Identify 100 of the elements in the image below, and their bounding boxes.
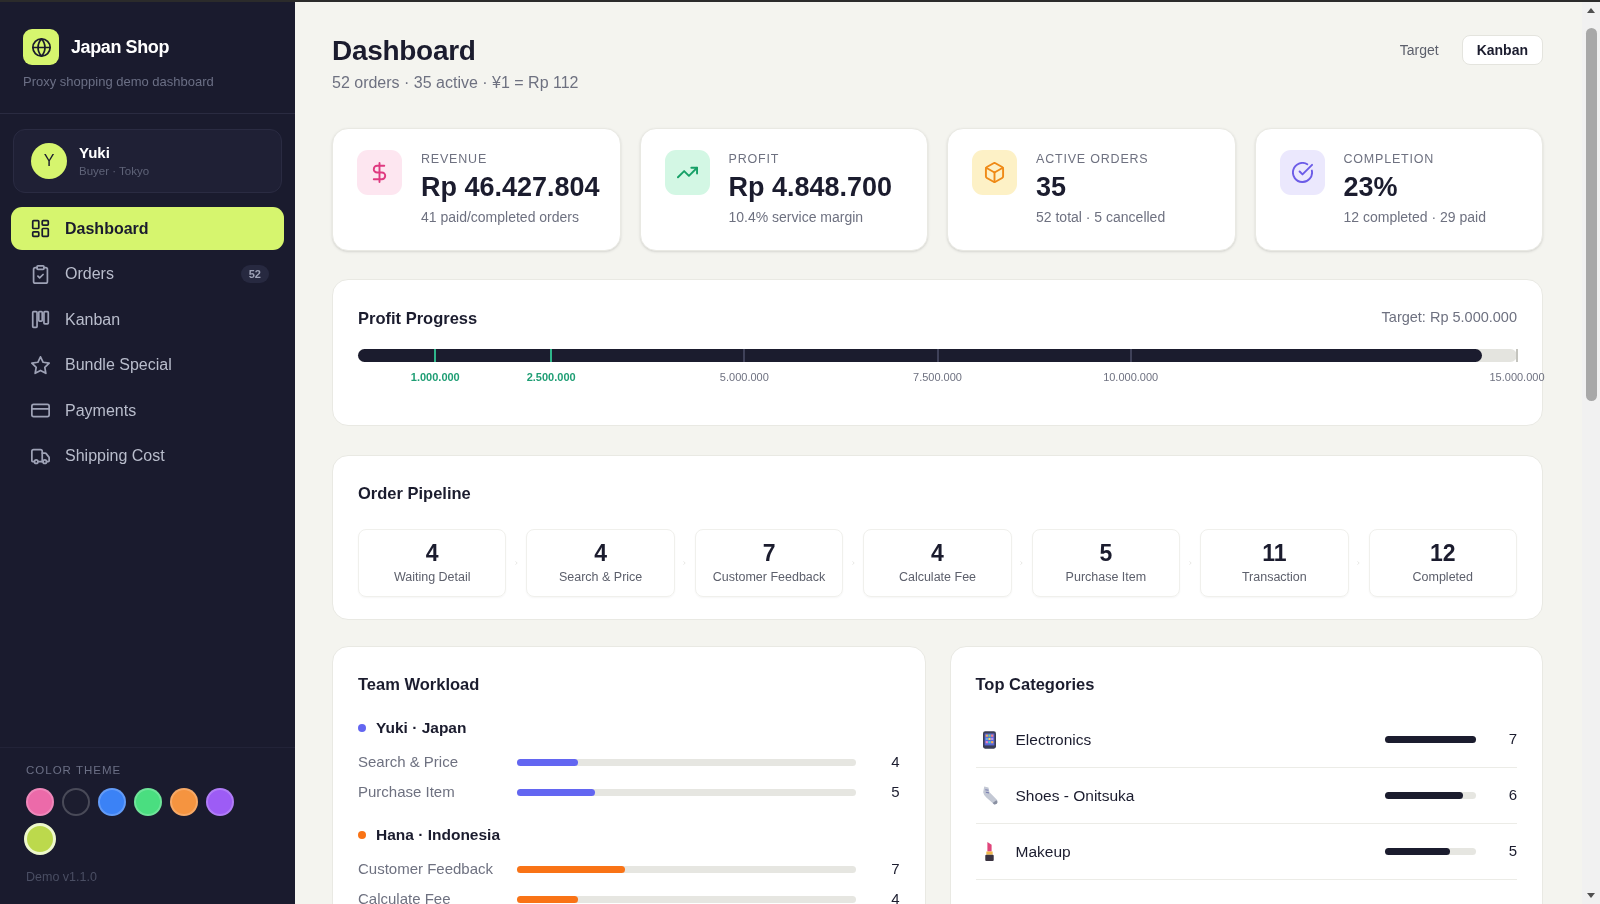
stat-note: 10.4% service margin: [728, 208, 864, 226]
triangle-up-icon: [1587, 8, 1595, 13]
nav-item[interactable]: Payments: [11, 389, 284, 432]
lipstick-icon: [984, 842, 995, 861]
credit-card-icon: [31, 401, 50, 420]
stage-label: Transaction: [1241, 570, 1307, 585]
pipeline-stage[interactable]: 4 Waiting Detail: [358, 529, 507, 597]
outline-button[interactable]: Kanban: [1461, 35, 1543, 65]
nav-item[interactable]: Orders 52: [11, 252, 284, 296]
task-label: Calculate Fee: [358, 888, 452, 904]
triangle-down-icon: [1587, 893, 1595, 898]
stat-note: 41 paid/completed orders: [421, 208, 579, 226]
box-icon: [972, 150, 1017, 195]
stage-label: Completed: [1412, 570, 1473, 585]
category-label: Shoes - Onitsuka: [1015, 785, 1135, 806]
stage-label: Calculate Fee: [898, 570, 977, 585]
brand-subtitle: Proxy shopping demo dashboard: [23, 73, 214, 90]
stage-count: 4: [594, 540, 608, 566]
columns-icon: [31, 310, 50, 329]
brand-title: Japan Shop: [71, 35, 169, 59]
nav-label: Bundle Special: [65, 355, 172, 375]
nav-item[interactable]: Kanban: [11, 298, 284, 341]
nav-item[interactable]: Bundle Special: [11, 343, 284, 387]
dollar-icon: [357, 150, 402, 195]
stage-label: Waiting Detail: [393, 570, 471, 585]
pipeline-stage[interactable]: 11 Transaction: [1200, 529, 1349, 597]
scrollbar-thumb[interactable]: [1585, 28, 1597, 401]
sneaker-icon: [981, 786, 998, 805]
stat-label: PROFIT: [728, 151, 780, 167]
stage-count: 11: [1262, 540, 1287, 566]
category-count: 6: [1508, 785, 1517, 806]
stage-count: 12: [1429, 540, 1456, 566]
page-title: Dashboard: [332, 34, 476, 68]
nav-label: Kanban: [65, 309, 121, 330]
category-label: Electronics: [1015, 729, 1092, 750]
panel-title: Profit Progress: [358, 307, 478, 328]
stat-value: 23%: [1343, 172, 1398, 202]
panel-title: Order Pipeline: [358, 483, 471, 503]
category-count: 5: [1508, 841, 1517, 862]
trending-up-icon: [664, 150, 710, 195]
stat-label: COMPLETION: [1343, 151, 1435, 167]
user-name: Yuki: [79, 143, 111, 162]
stage-label: Customer Feedback: [712, 570, 826, 585]
user-card[interactable]: Y Yuki Buyer · Tokyo: [13, 129, 282, 193]
pipeline-stage[interactable]: 4 Search & Price: [526, 529, 675, 597]
stat-label: REVENUE: [421, 151, 488, 167]
category-label: Makeup: [1015, 841, 1071, 862]
section-label: COLOR THEME: [26, 763, 122, 778]
milestone-label: 15.000.000: [1489, 369, 1545, 384]
stage-count: 4: [931, 540, 944, 566]
member-name: Hana · Indonesia: [376, 825, 501, 846]
task-label: Purchase Item: [358, 781, 456, 802]
nav-label: Shipping Cost: [65, 446, 165, 466]
star-icon: [31, 355, 50, 375]
stat-note: 12 completed · 29 paid: [1343, 208, 1486, 226]
milestone-label: 10.000.000: [1103, 369, 1159, 384]
task-count: 7: [891, 858, 900, 879]
nav-item[interactable]: Dashboard: [11, 207, 284, 250]
text-button[interactable]: Target: [1387, 35, 1451, 65]
truck-icon: [31, 446, 50, 466]
task-label: Customer Feedback: [358, 858, 495, 879]
pipeline-stage[interactable]: 12 Completed: [1368, 529, 1517, 597]
color-swatch[interactable]: [24, 823, 56, 856]
stage-count: 7: [762, 540, 776, 566]
task-count: 4: [891, 888, 900, 904]
stat-value: Rp 4.848.700: [728, 172, 893, 202]
milestone-label: 5.000.000: [719, 369, 769, 384]
pipeline-stage[interactable]: 5 Purchase Item: [1031, 529, 1181, 597]
nav-label: Dashboard: [65, 218, 149, 239]
user-avatar: Y: [31, 143, 67, 179]
milestone-label: 1.000.000: [410, 369, 460, 384]
panel-title: Top Categories: [975, 674, 1095, 694]
stat-value: Rp 46.427.804: [421, 172, 600, 202]
target-label: Target: Rp 5.000.000: [1381, 308, 1517, 327]
nav-label: Orders: [65, 264, 114, 284]
stage-label: Search & Price: [558, 570, 643, 585]
task-count: 4: [891, 751, 900, 772]
stat-label: ACTIVE ORDERS: [1036, 151, 1149, 167]
clipboard-check-icon: [31, 264, 50, 284]
stat-note: 52 total · 5 cancelled: [1036, 208, 1166, 226]
page-subtitle: 52 orders · 35 active · ¥1 = Rp 112: [332, 73, 579, 93]
milestone-label: 2.500.000: [526, 369, 576, 384]
task-label: Search & Price: [358, 751, 460, 772]
globe-icon: [23, 29, 59, 65]
nav-label: Payments: [65, 400, 137, 421]
pipeline-stage[interactable]: 4 Calculate Fee: [863, 529, 1012, 597]
panel-title: Team Workload: [358, 674, 480, 694]
grid-icon: [31, 219, 50, 238]
task-count: 5: [891, 781, 900, 802]
member-name: Yuki · Japan: [376, 718, 467, 739]
category-count: 7: [1508, 729, 1517, 750]
phone-icon: [983, 730, 996, 749]
nav-item[interactable]: Shipping Cost: [11, 434, 284, 478]
pipeline-stage[interactable]: 7 Customer Feedback: [694, 529, 844, 597]
stage-count: 4: [425, 540, 439, 566]
milestone-label: 7.500.000: [913, 369, 962, 384]
stat-value: 35: [1036, 172, 1067, 202]
stage-count: 5: [1099, 540, 1113, 566]
user-role: Buyer · Tokyo: [79, 164, 150, 179]
stage-label: Purchase Item: [1065, 570, 1147, 585]
